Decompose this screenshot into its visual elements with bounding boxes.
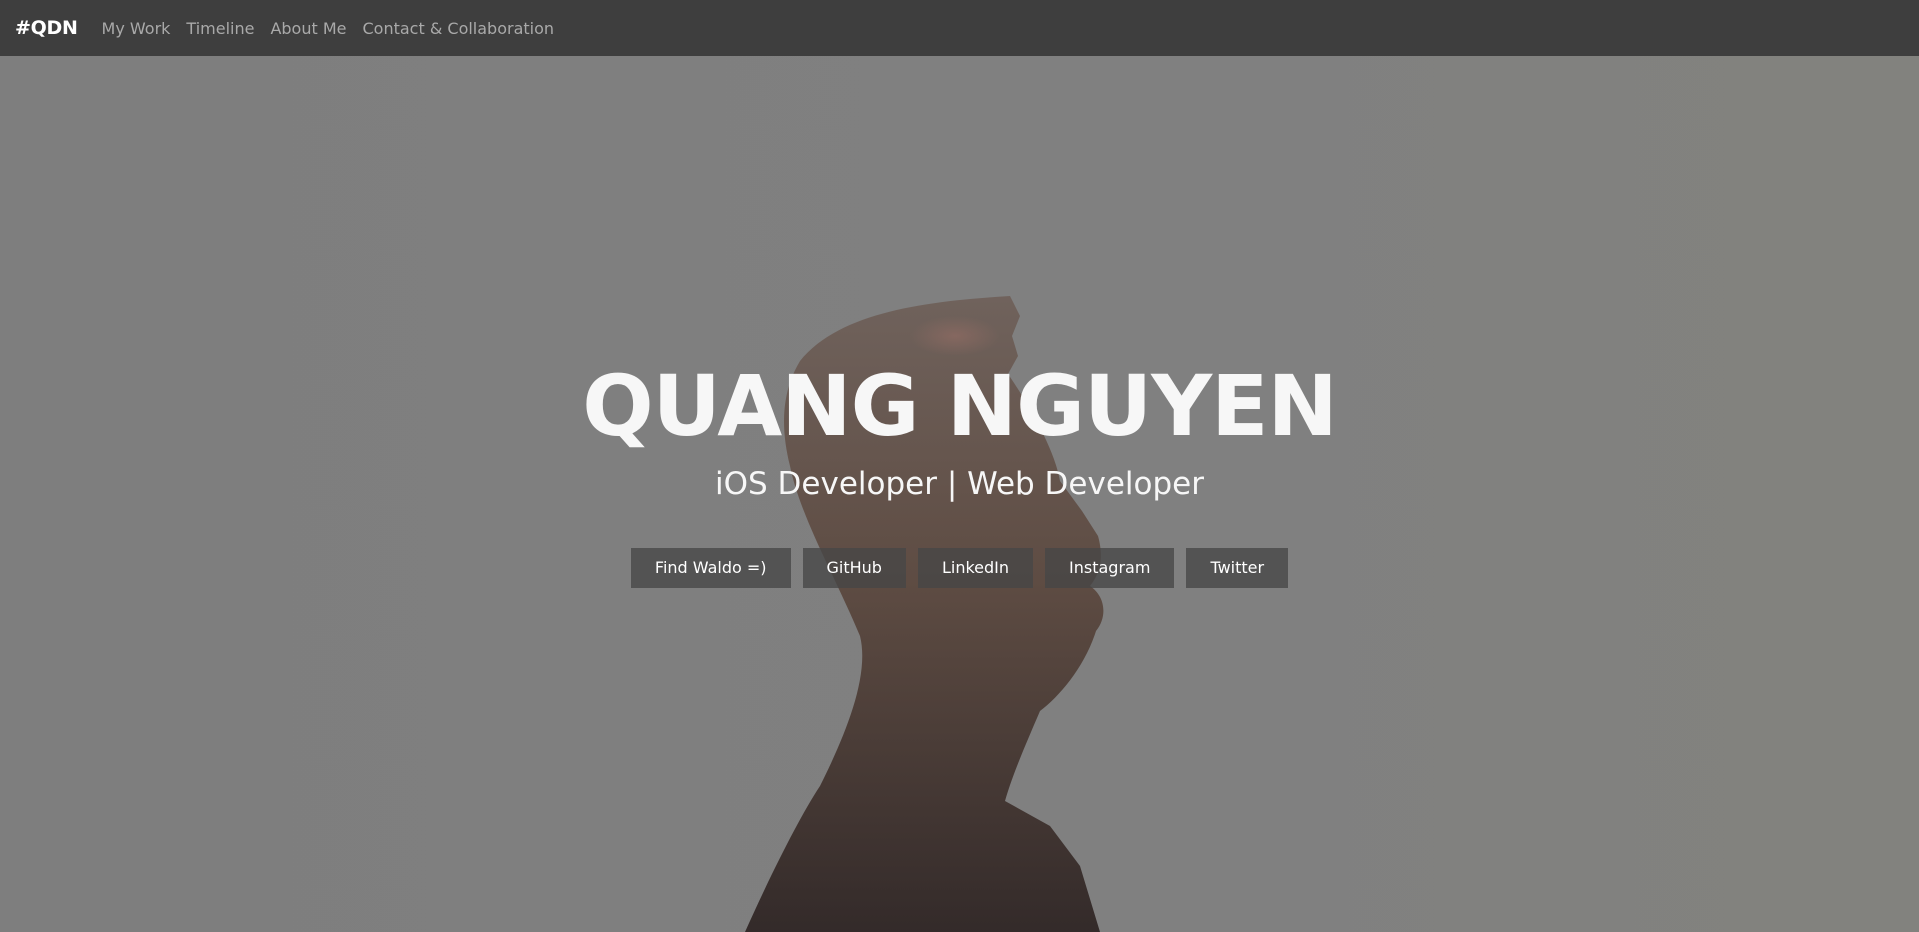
nav-link-about-me[interactable]: About Me	[270, 19, 346, 38]
hero-section: QUANG NGUYEN iOS Developer | Web Develop…	[0, 56, 1919, 932]
twitter-button[interactable]: Twitter	[1186, 548, 1289, 588]
hero-subtitle: iOS Developer | Web Developer	[714, 466, 1204, 502]
nav-link-timeline[interactable]: Timeline	[186, 19, 254, 38]
navbar: #QDN My Work Timeline About Me Contact &…	[0, 0, 1919, 56]
hero-title: QUANG NGUYEN	[582, 357, 1338, 455]
github-button[interactable]: GitHub	[802, 548, 906, 588]
instagram-button[interactable]: Instagram	[1045, 548, 1175, 588]
nav-link-my-work[interactable]: My Work	[102, 19, 171, 38]
nav-link-contact[interactable]: Contact & Collaboration	[363, 19, 555, 38]
nav-links: My Work Timeline About Me Contact & Coll…	[102, 19, 570, 38]
linkedin-button[interactable]: LinkedIn	[917, 548, 1034, 588]
hero-content: QUANG NGUYEN iOS Developer | Web Develop…	[0, 356, 1919, 588]
hero-button-group: Find Waldo =) GitHub LinkedIn Instagram …	[0, 548, 1919, 588]
brand-logo[interactable]: #QDN	[15, 17, 78, 39]
find-waldo-button[interactable]: Find Waldo =)	[630, 548, 791, 588]
